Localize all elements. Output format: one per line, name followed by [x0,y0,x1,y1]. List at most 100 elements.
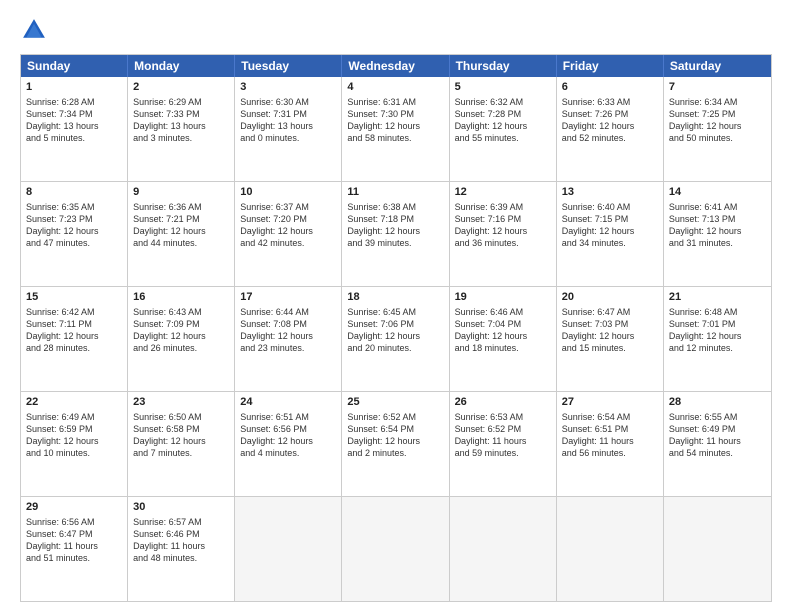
cell-info: Sunrise: 6:55 AMSunset: 6:49 PMDaylight:… [669,411,766,460]
day-cell-24: 24Sunrise: 6:51 AMSunset: 6:56 PMDayligh… [235,392,342,496]
cell-info: Sunrise: 6:51 AMSunset: 6:56 PMDaylight:… [240,411,336,460]
cell-info: Sunrise: 6:31 AMSunset: 7:30 PMDaylight:… [347,96,443,145]
day-number: 19 [455,290,551,305]
day-cell-7: 7Sunrise: 6:34 AMSunset: 7:25 PMDaylight… [664,77,771,181]
logo-icon [20,16,48,44]
day-number: 24 [240,395,336,410]
page: SundayMondayTuesdayWednesdayThursdayFrid… [0,0,792,612]
empty-cell [557,497,664,601]
day-number: 1 [26,80,122,95]
header-day-sunday: Sunday [21,55,128,77]
cell-info: Sunrise: 6:43 AMSunset: 7:09 PMDaylight:… [133,306,229,355]
empty-cell [450,497,557,601]
day-cell-30: 30Sunrise: 6:57 AMSunset: 6:46 PMDayligh… [128,497,235,601]
day-cell-5: 5Sunrise: 6:32 AMSunset: 7:28 PMDaylight… [450,77,557,181]
day-cell-20: 20Sunrise: 6:47 AMSunset: 7:03 PMDayligh… [557,287,664,391]
calendar: SundayMondayTuesdayWednesdayThursdayFrid… [20,54,772,602]
day-number: 18 [347,290,443,305]
day-cell-1: 1Sunrise: 6:28 AMSunset: 7:34 PMDaylight… [21,77,128,181]
cell-info: Sunrise: 6:50 AMSunset: 6:58 PMDaylight:… [133,411,229,460]
day-cell-9: 9Sunrise: 6:36 AMSunset: 7:21 PMDaylight… [128,182,235,286]
cell-info: Sunrise: 6:57 AMSunset: 6:46 PMDaylight:… [133,516,229,565]
day-cell-14: 14Sunrise: 6:41 AMSunset: 7:13 PMDayligh… [664,182,771,286]
calendar-row-4: 22Sunrise: 6:49 AMSunset: 6:59 PMDayligh… [21,391,771,496]
day-number: 29 [26,500,122,515]
day-cell-22: 22Sunrise: 6:49 AMSunset: 6:59 PMDayligh… [21,392,128,496]
day-number: 25 [347,395,443,410]
calendar-header: SundayMondayTuesdayWednesdayThursdayFrid… [21,55,771,77]
day-number: 27 [562,395,658,410]
day-cell-4: 4Sunrise: 6:31 AMSunset: 7:30 PMDaylight… [342,77,449,181]
day-cell-27: 27Sunrise: 6:54 AMSunset: 6:51 PMDayligh… [557,392,664,496]
day-cell-25: 25Sunrise: 6:52 AMSunset: 6:54 PMDayligh… [342,392,449,496]
header-day-thursday: Thursday [450,55,557,77]
calendar-row-2: 8Sunrise: 6:35 AMSunset: 7:23 PMDaylight… [21,181,771,286]
day-cell-19: 19Sunrise: 6:46 AMSunset: 7:04 PMDayligh… [450,287,557,391]
cell-info: Sunrise: 6:33 AMSunset: 7:26 PMDaylight:… [562,96,658,145]
cell-info: Sunrise: 6:53 AMSunset: 6:52 PMDaylight:… [455,411,551,460]
day-cell-10: 10Sunrise: 6:37 AMSunset: 7:20 PMDayligh… [235,182,342,286]
cell-info: Sunrise: 6:47 AMSunset: 7:03 PMDaylight:… [562,306,658,355]
day-number: 2 [133,80,229,95]
day-number: 13 [562,185,658,200]
day-cell-23: 23Sunrise: 6:50 AMSunset: 6:58 PMDayligh… [128,392,235,496]
cell-info: Sunrise: 6:34 AMSunset: 7:25 PMDaylight:… [669,96,766,145]
header-day-monday: Monday [128,55,235,77]
empty-cell [342,497,449,601]
day-cell-18: 18Sunrise: 6:45 AMSunset: 7:06 PMDayligh… [342,287,449,391]
cell-info: Sunrise: 6:46 AMSunset: 7:04 PMDaylight:… [455,306,551,355]
day-number: 26 [455,395,551,410]
day-number: 8 [26,185,122,200]
calendar-row-5: 29Sunrise: 6:56 AMSunset: 6:47 PMDayligh… [21,496,771,601]
header-day-wednesday: Wednesday [342,55,449,77]
day-number: 23 [133,395,229,410]
cell-info: Sunrise: 6:37 AMSunset: 7:20 PMDaylight:… [240,201,336,250]
day-cell-28: 28Sunrise: 6:55 AMSunset: 6:49 PMDayligh… [664,392,771,496]
cell-info: Sunrise: 6:32 AMSunset: 7:28 PMDaylight:… [455,96,551,145]
day-number: 10 [240,185,336,200]
cell-info: Sunrise: 6:42 AMSunset: 7:11 PMDaylight:… [26,306,122,355]
day-number: 16 [133,290,229,305]
day-cell-21: 21Sunrise: 6:48 AMSunset: 7:01 PMDayligh… [664,287,771,391]
header-day-saturday: Saturday [664,55,771,77]
day-cell-16: 16Sunrise: 6:43 AMSunset: 7:09 PMDayligh… [128,287,235,391]
cell-info: Sunrise: 6:44 AMSunset: 7:08 PMDaylight:… [240,306,336,355]
cell-info: Sunrise: 6:30 AMSunset: 7:31 PMDaylight:… [240,96,336,145]
day-number: 11 [347,185,443,200]
cell-info: Sunrise: 6:45 AMSunset: 7:06 PMDaylight:… [347,306,443,355]
day-number: 21 [669,290,766,305]
empty-cell [664,497,771,601]
cell-info: Sunrise: 6:38 AMSunset: 7:18 PMDaylight:… [347,201,443,250]
day-number: 9 [133,185,229,200]
cell-info: Sunrise: 6:52 AMSunset: 6:54 PMDaylight:… [347,411,443,460]
day-number: 20 [562,290,658,305]
cell-info: Sunrise: 6:49 AMSunset: 6:59 PMDaylight:… [26,411,122,460]
day-number: 4 [347,80,443,95]
header-day-tuesday: Tuesday [235,55,342,77]
logo [20,16,52,44]
day-cell-8: 8Sunrise: 6:35 AMSunset: 7:23 PMDaylight… [21,182,128,286]
day-cell-6: 6Sunrise: 6:33 AMSunset: 7:26 PMDaylight… [557,77,664,181]
cell-info: Sunrise: 6:29 AMSunset: 7:33 PMDaylight:… [133,96,229,145]
day-number: 5 [455,80,551,95]
day-number: 30 [133,500,229,515]
day-cell-15: 15Sunrise: 6:42 AMSunset: 7:11 PMDayligh… [21,287,128,391]
cell-info: Sunrise: 6:56 AMSunset: 6:47 PMDaylight:… [26,516,122,565]
day-number: 17 [240,290,336,305]
day-cell-26: 26Sunrise: 6:53 AMSunset: 6:52 PMDayligh… [450,392,557,496]
calendar-row-3: 15Sunrise: 6:42 AMSunset: 7:11 PMDayligh… [21,286,771,391]
day-cell-2: 2Sunrise: 6:29 AMSunset: 7:33 PMDaylight… [128,77,235,181]
day-number: 7 [669,80,766,95]
day-cell-29: 29Sunrise: 6:56 AMSunset: 6:47 PMDayligh… [21,497,128,601]
cell-info: Sunrise: 6:41 AMSunset: 7:13 PMDaylight:… [669,201,766,250]
day-number: 28 [669,395,766,410]
cell-info: Sunrise: 6:48 AMSunset: 7:01 PMDaylight:… [669,306,766,355]
cell-info: Sunrise: 6:39 AMSunset: 7:16 PMDaylight:… [455,201,551,250]
empty-cell [235,497,342,601]
cell-info: Sunrise: 6:40 AMSunset: 7:15 PMDaylight:… [562,201,658,250]
header-day-friday: Friday [557,55,664,77]
day-cell-11: 11Sunrise: 6:38 AMSunset: 7:18 PMDayligh… [342,182,449,286]
day-number: 14 [669,185,766,200]
day-cell-17: 17Sunrise: 6:44 AMSunset: 7:08 PMDayligh… [235,287,342,391]
cell-info: Sunrise: 6:28 AMSunset: 7:34 PMDaylight:… [26,96,122,145]
